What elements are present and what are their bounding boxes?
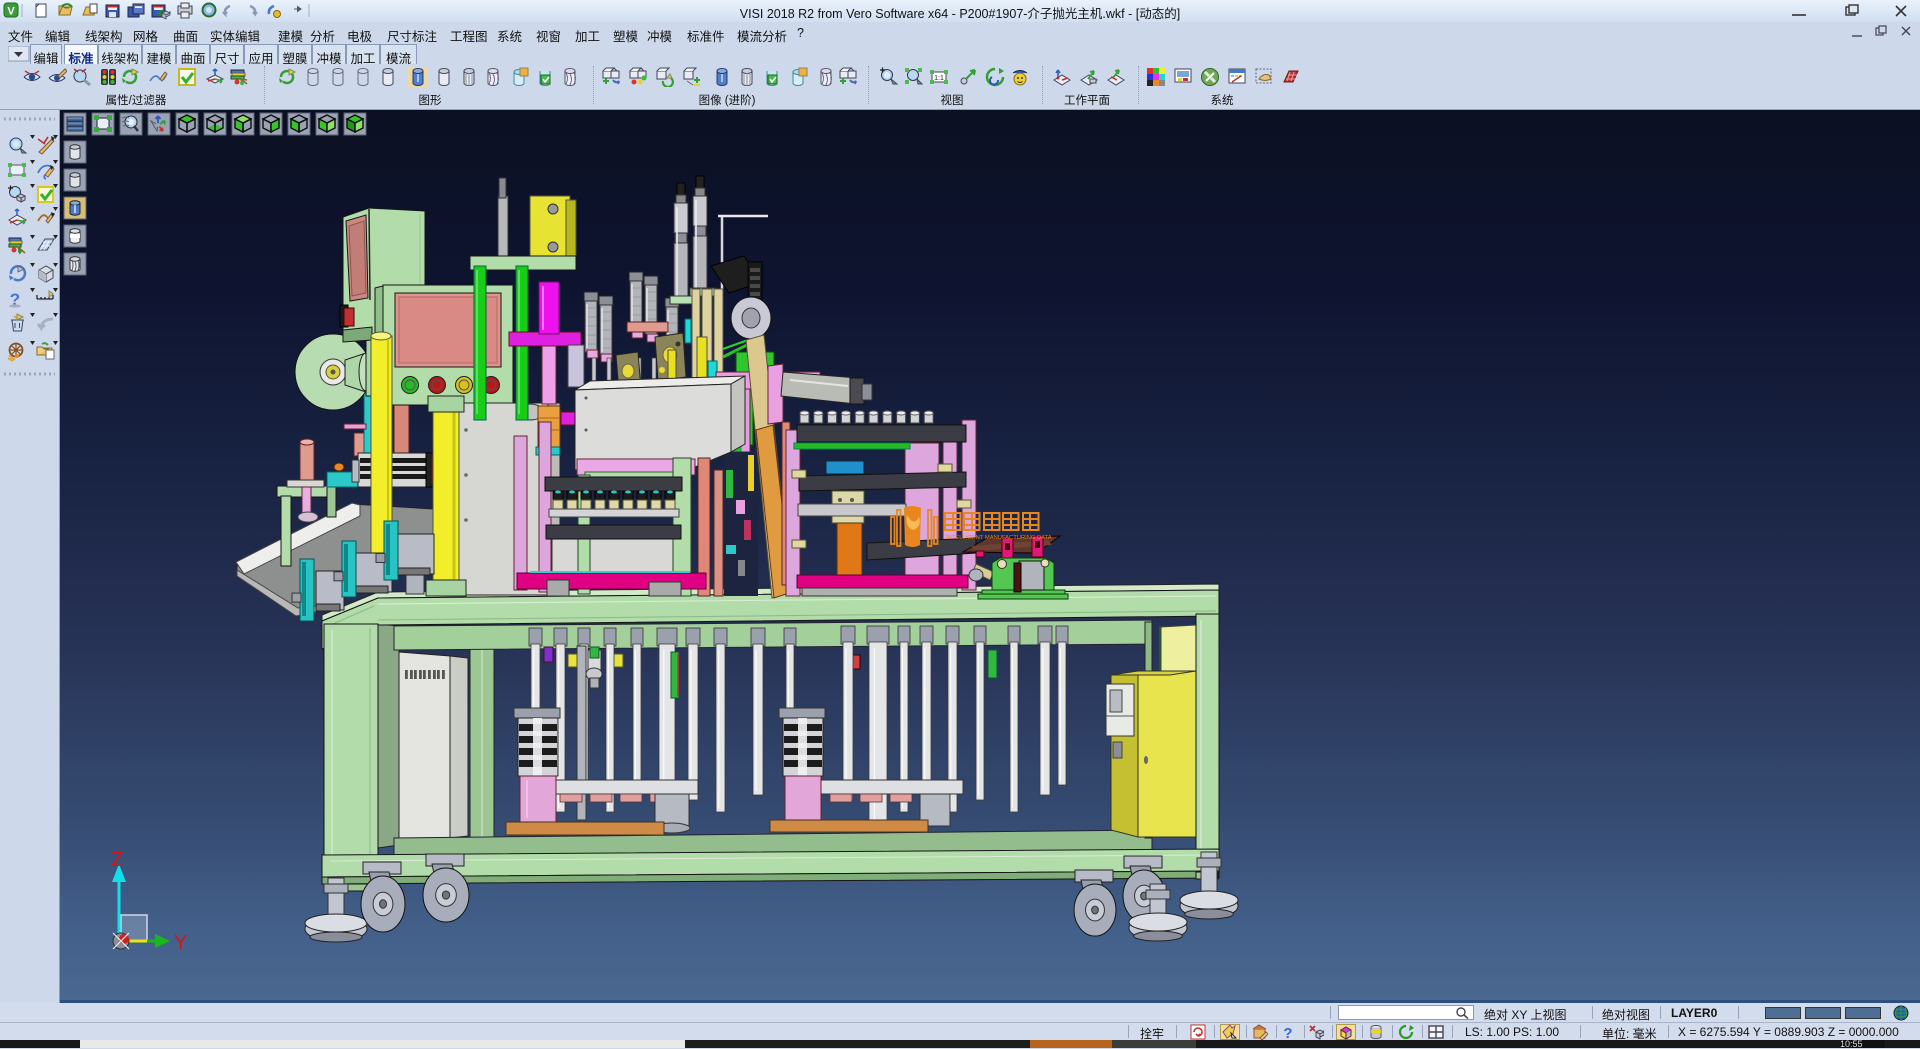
svg-text:Z: Z — [111, 849, 123, 871]
svg-text:?: ? — [1283, 1025, 1292, 1040]
svg-text:INTELLIGENT MANUFACTURING DATA: INTELLIGENT MANUFACTURING DATA — [946, 535, 1052, 541]
svg-text:1:1: 1:1 — [934, 75, 944, 82]
svg-text:Y: Y — [174, 932, 187, 954]
